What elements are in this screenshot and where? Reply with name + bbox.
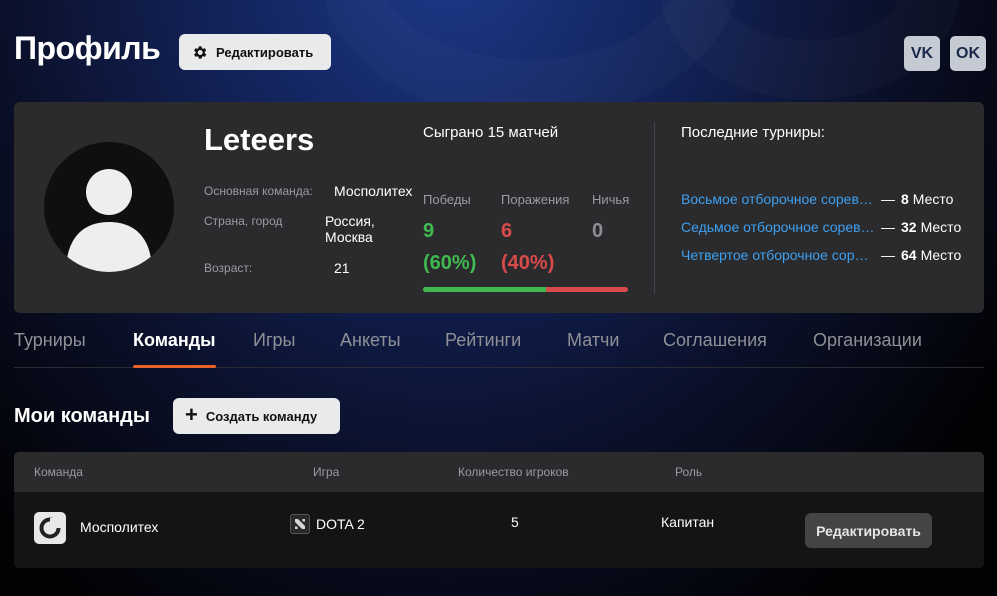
- tournament-link[interactable]: Восьмое отборочное соревнование: [681, 191, 875, 207]
- draws-value: 0: [592, 215, 603, 247]
- tournament-link[interactable]: Четвертое отборочное соревнование: [681, 247, 875, 263]
- main-team-label: Основная команда:: [204, 184, 313, 198]
- tournament-place: 8: [901, 191, 909, 207]
- table-header: Команда Игра Количество игроков Роль: [14, 452, 984, 492]
- team-logo: [34, 512, 66, 544]
- vk-button[interactable]: VK: [904, 36, 940, 71]
- column-header-role: Роль: [675, 465, 703, 479]
- tab-tournaments[interactable]: Турниры: [14, 330, 86, 368]
- age-value: 21: [334, 260, 350, 276]
- wins-percent: (60%): [423, 252, 477, 274]
- gear-icon: [194, 45, 207, 59]
- nickname: Leteers: [204, 122, 315, 157]
- plus-icon: +: [185, 402, 198, 427]
- tab-ratings[interactable]: Рейтинги: [445, 330, 521, 368]
- losses-count: 6: [501, 220, 513, 242]
- odnoklassniki-button[interactable]: OK: [950, 36, 986, 71]
- matches-played: Сыграно 15 матчей: [423, 124, 559, 141]
- draws-count: 0: [592, 220, 604, 242]
- win-loss-ratio-bar: [423, 287, 628, 292]
- divider: [654, 122, 655, 294]
- column-header-players: Количество игроков: [458, 465, 569, 479]
- tab-teams[interactable]: Команды: [133, 330, 216, 368]
- wins-label: Победы: [423, 192, 471, 207]
- wins-value: 9 (60%): [423, 215, 476, 279]
- tournament-dash: —: [881, 247, 895, 263]
- tournament-place: 64: [901, 247, 917, 263]
- losses-percent: (40%): [501, 252, 555, 274]
- create-team-button[interactable]: + Создать команду: [173, 398, 340, 434]
- win-ratio-fill: [423, 287, 546, 292]
- team-logo-icon: [39, 517, 61, 539]
- odnoklassniki-icon: OK: [956, 44, 980, 62]
- edit-profile-button[interactable]: Редактировать: [179, 34, 331, 70]
- location-city: Москва: [325, 229, 373, 245]
- page-title: Профиль: [14, 30, 161, 66]
- dota2-icon: [290, 514, 310, 534]
- tournament-place-suffix: Место: [920, 219, 962, 235]
- players-count: 5: [511, 514, 519, 530]
- location-country: Россия,: [325, 213, 375, 229]
- main-team-value: Мосполитех: [334, 183, 413, 199]
- profile-tabs: Турниры Команды Игры Анкеты Рейтинги Мат…: [14, 330, 984, 368]
- draws-label: Ничья: [592, 192, 630, 207]
- game-name: DOTA 2: [316, 516, 365, 532]
- tournament-item: Четвертое отборочное соревнование — 64 М…: [681, 247, 971, 263]
- my-teams-title: Мои команды: [14, 405, 150, 427]
- teams-table: Команда Игра Количество игроков Роль Мос…: [14, 452, 984, 568]
- role: Капитан: [661, 514, 715, 530]
- avatar: [44, 142, 174, 272]
- losses-label: Поражения: [501, 192, 570, 207]
- tab-matches[interactable]: Матчи: [567, 330, 620, 368]
- tab-organizations[interactable]: Организации: [813, 330, 922, 368]
- tab-questionnaires[interactable]: Анкеты: [340, 330, 401, 368]
- location-label: Страна, город: [204, 214, 283, 228]
- edit-team-button[interactable]: Редактировать: [805, 513, 932, 548]
- losses-value: 6 (40%): [501, 215, 554, 279]
- column-header-game: Игра: [313, 465, 340, 479]
- edit-profile-label: Редактировать: [216, 44, 314, 60]
- column-header-team: Команда: [34, 465, 83, 479]
- tournament-place: 32: [901, 219, 917, 235]
- tournament-place-suffix: Место: [912, 191, 954, 207]
- tournament-item: Восьмое отборочное соревнование — 8 Мест…: [681, 191, 971, 207]
- tournament-item: Седьмое отборочное соревнование — 32 Мес…: [681, 219, 971, 235]
- tab-agreements[interactable]: Соглашения: [663, 330, 767, 368]
- tournament-dash: —: [881, 219, 895, 235]
- user-silhouette-icon: [66, 169, 152, 272]
- create-team-label: Создать команду: [205, 408, 318, 424]
- recent-tournaments-title: Последние турниры:: [681, 124, 825, 141]
- team-name[interactable]: Мосполитех: [80, 519, 158, 535]
- tournament-link[interactable]: Седьмое отборочное соревнование: [681, 219, 875, 235]
- tournament-dash: —: [881, 191, 895, 207]
- profile-card: Leteers Основная команда: Мосполитех Стр…: [14, 102, 984, 313]
- vk-icon: VK: [910, 44, 934, 62]
- wins-count: 9: [423, 220, 435, 242]
- tab-games[interactable]: Игры: [253, 330, 295, 368]
- tournament-place-suffix: Место: [920, 247, 962, 263]
- age-label: Возраст:: [204, 261, 253, 275]
